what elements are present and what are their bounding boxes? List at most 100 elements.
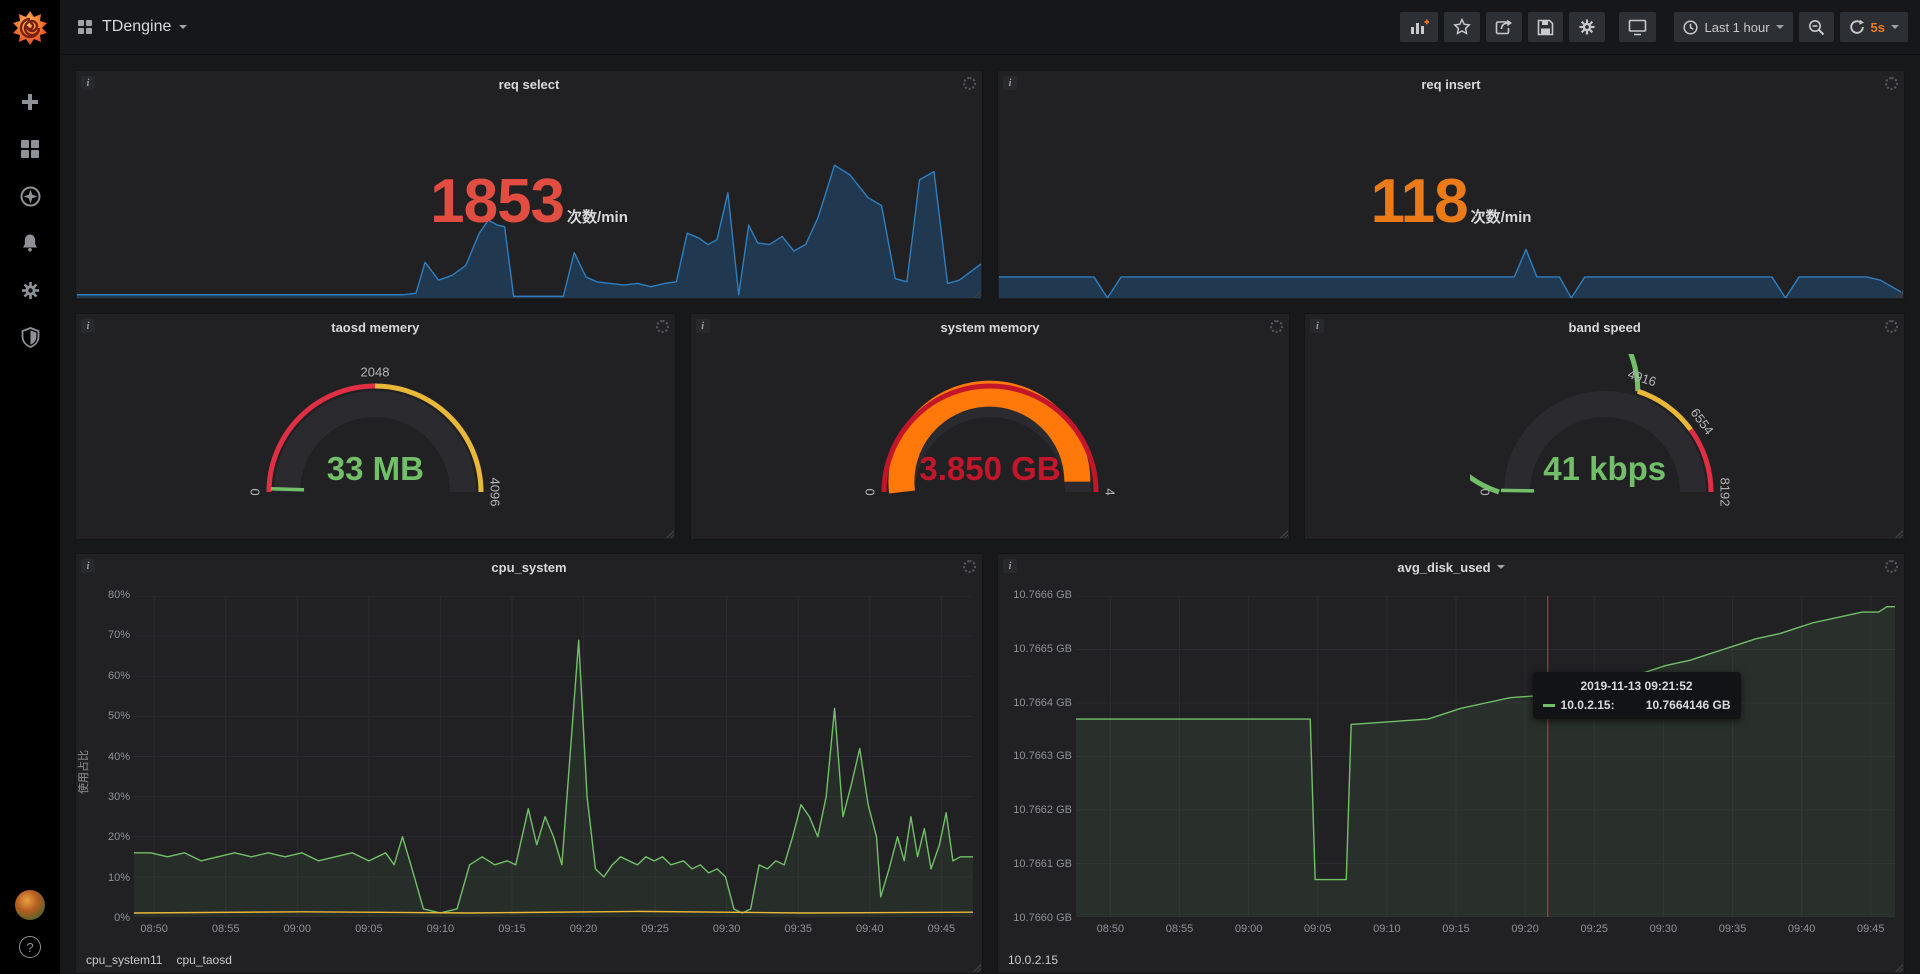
share-button[interactable] [1486,12,1522,42]
legend-label: cpu_system11 [86,953,162,967]
y-tick-label: 10.7663 GB [1004,750,1072,762]
panel-avg-disk-used: i avg_disk_used 10.7666 GB10.7665 GB10.7… [997,553,1905,974]
panel-header[interactable]: avg_disk_used [998,554,1904,580]
dashboards-icon[interactable] [19,138,41,160]
y-tick-label: 20% [92,831,130,843]
y-axis-label: 使用占比 [75,737,91,807]
x-axis: 08:5008:5509:0009:0509:1009:1509:2009:25… [1076,923,1895,937]
settings-gear-button[interactable] [1569,12,1605,42]
panel-info-icon[interactable]: i [1310,319,1324,333]
x-tick-label: 08:50 [1097,923,1125,935]
dashboard-grid-icon[interactable] [78,20,92,34]
panel-system-memory: i system memory 04 3.850 GB [690,313,1291,540]
legend-item[interactable]: cpu_system11 [86,953,162,967]
panel-info-icon[interactable]: i [696,319,710,333]
panel-resize-handle[interactable] [1894,529,1903,538]
dashboard-grid: i req select 1853 次数/min i req insert 11… [60,55,1920,974]
panel-resize-handle[interactable] [1279,529,1288,538]
y-tick-label: 10% [92,872,130,884]
time-range-label: Last 1 hour [1704,20,1769,35]
x-tick-label: 09:20 [1511,923,1539,935]
x-tick-label: 08:55 [1166,923,1194,935]
panel-menu-caret-icon[interactable] [1497,565,1505,573]
panel-resize-handle[interactable] [1894,963,1903,972]
y-axis: 10.7666 GB10.7665 GB10.7664 GB10.7663 GB… [1004,589,1072,924]
x-tick-label: 09:30 [1650,923,1678,935]
y-tick-label: 80% [92,589,130,601]
panel-header[interactable]: taosd memery [76,314,675,340]
band-speed-gauge: 0491665548192 41 kbps [1470,354,1740,514]
panel-loading-spinner [1885,320,1898,333]
x-tick-label: 09:10 [427,923,455,935]
navbar: TDengine Last 1 hour [60,0,1920,55]
user-avatar[interactable] [15,890,45,920]
alerting-bell-icon[interactable] [19,232,41,254]
sidebar-bottom: ? [15,890,45,974]
create-icon[interactable] [19,91,41,113]
legend-item[interactable]: cpu_taosd [176,953,231,967]
panel-req-insert: i req insert 118 次数/min [997,70,1905,300]
x-tick-label: 09:40 [856,923,884,935]
panel-info-icon[interactable]: i [81,559,95,573]
panel-header[interactable]: req insert [998,71,1904,97]
legend-item[interactable]: 10.0.2.15 [1008,953,1058,967]
panel-header[interactable]: cpu_system [76,554,982,580]
dashboard-title-dropdown[interactable]: TDengine [102,18,187,36]
panel-header[interactable]: band speed [1305,314,1904,340]
gauge-value: 41 kbps [1470,450,1740,488]
x-tick-label: 09:00 [284,923,312,935]
y-tick-label: 40% [92,751,130,763]
panel-cpu-system: i cpu_system 使用占比 80%70%60%50%40%30%20%1… [75,553,983,974]
help-icon[interactable]: ? [19,936,41,958]
svg-text:2048: 2048 [361,364,390,379]
add-panel-button[interactable] [1400,12,1438,42]
refresh-button[interactable]: 5s [1840,12,1908,42]
y-tick-label: 70% [92,629,130,641]
x-tick-label: 08:55 [212,923,240,935]
panel-info-icon[interactable]: i [81,76,95,90]
panel-resize-handle[interactable] [1894,289,1903,298]
grafana-logo[interactable] [0,0,60,55]
svg-text:0: 0 [1477,488,1492,495]
panel-info-icon[interactable]: i [1003,76,1017,90]
panel-resize-handle[interactable] [665,529,674,538]
cpu-system-chart[interactable] [134,596,973,917]
avg-disk-used-chart[interactable] [1076,596,1895,917]
svg-text:0: 0 [248,488,263,495]
stat-number: 118 [1371,171,1468,233]
x-tick-label: 09:40 [1788,923,1816,935]
cycle-view-button[interactable] [1619,12,1656,42]
server-admin-shield-icon[interactable] [19,326,41,348]
sidebar-menu [19,91,41,890]
panel-resize-handle[interactable] [972,963,981,972]
panel-band-speed: i band speed 0491665548192 41 kbps [1304,313,1905,540]
zoom-out-button[interactable] [1799,12,1834,42]
chevron-down-icon [1776,25,1784,33]
panel-title: req select [499,77,560,92]
dashboard-title: TDengine [102,18,171,36]
x-tick-label: 09:25 [641,923,669,935]
y-tick-label: 50% [92,710,130,722]
taosd-memory-gauge: 020484096 33 MB [240,354,510,514]
panel-header[interactable]: system memory [691,314,1290,340]
series-color-dash [1543,704,1555,707]
y-tick-label: 60% [92,670,130,682]
req-insert-value: 118 次数/min [998,171,1904,233]
x-tick-label: 08:50 [140,923,168,935]
explore-compass-icon[interactable] [19,185,41,207]
panel-info-icon[interactable]: i [81,319,95,333]
panel-header[interactable]: req select [76,71,982,97]
star-button[interactable] [1444,12,1480,42]
system-memory-gauge: 04 3.850 GB [855,354,1125,514]
x-tick-label: 09:00 [1235,923,1263,935]
clock-icon [1683,20,1698,35]
y-tick-label: 10.7665 GB [1004,643,1072,655]
x-tick-label: 09:45 [928,923,956,935]
configuration-gear-icon[interactable] [19,279,41,301]
save-button[interactable] [1528,12,1563,42]
panel-info-icon[interactable]: i [1003,559,1017,573]
panel-resize-handle[interactable] [972,289,981,298]
time-range-picker[interactable]: Last 1 hour [1674,12,1792,42]
y-tick-label: 10.7660 GB [1004,912,1072,924]
panel-loading-spinner [963,77,976,90]
